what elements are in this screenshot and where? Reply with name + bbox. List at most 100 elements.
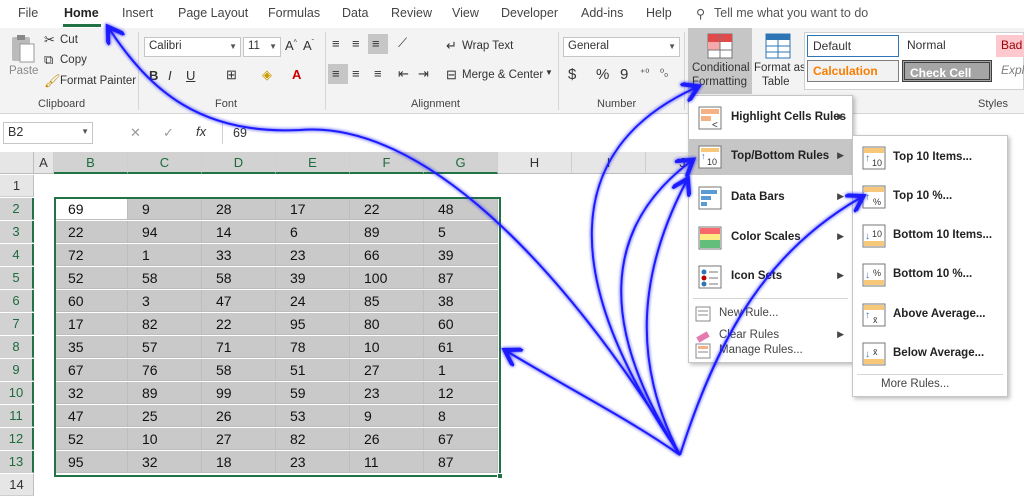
row-header[interactable]: 7 — [0, 313, 34, 335]
insert-function-button[interactable]: fx — [196, 124, 206, 139]
cell[interactable]: 100 — [350, 267, 424, 289]
row-header[interactable]: 3 — [0, 221, 34, 243]
cell[interactable]: 17 — [276, 198, 350, 220]
align-right-icon[interactable]: ≡ — [374, 66, 382, 81]
indent-increase-icon[interactable]: ⇥ — [418, 66, 429, 82]
cell[interactable]: 1 — [424, 359, 498, 381]
menu-item-color-scales[interactable]: Color Scales ▶ — [689, 220, 852, 256]
cell[interactable]: 17 — [54, 313, 128, 335]
tab-help[interactable]: Help — [646, 6, 672, 20]
row-header[interactable]: 8 — [0, 336, 34, 358]
cell[interactable]: 87 — [424, 451, 498, 473]
decrease-font-icon[interactable]: Aˇ — [303, 38, 314, 53]
orientation-icon[interactable]: ⟋ — [398, 35, 407, 51]
cell[interactable]: 58 — [202, 359, 276, 381]
style-bad[interactable]: Bad — [996, 35, 1024, 57]
cell[interactable]: 8 — [424, 405, 498, 427]
cell[interactable]: 22 — [350, 198, 424, 220]
increase-decimal-icon[interactable]: ⁺⁰ — [640, 68, 649, 79]
cell[interactable]: 47 — [54, 405, 128, 427]
cell[interactable]: 5 — [424, 221, 498, 243]
decrease-decimal-icon[interactable]: ⁰₀ — [660, 68, 668, 79]
row-header[interactable]: 1 — [0, 175, 34, 197]
style-explanatory[interactable]: Expl — [996, 60, 1024, 82]
cell[interactable]: 23 — [276, 244, 350, 266]
tab-page-layout[interactable]: Page Layout — [178, 6, 248, 20]
cut-button[interactable]: Cut — [60, 34, 78, 46]
cell[interactable]: 60 — [54, 290, 128, 312]
cell[interactable]: 89 — [350, 221, 424, 243]
column-header[interactable]: H — [498, 152, 572, 174]
menu-item-data-bars[interactable]: Data Bars ▶ — [689, 180, 852, 216]
paste-icon[interactable] — [8, 34, 36, 64]
cell[interactable]: 22 — [202, 313, 276, 335]
conditional-formatting-button[interactable]: Conditional Formatting — [688, 28, 752, 94]
cell[interactable]: 10 — [128, 428, 202, 450]
cell[interactable]: 18 — [202, 451, 276, 473]
cell[interactable]: 3 — [128, 290, 202, 312]
row-header[interactable]: 4 — [0, 244, 34, 266]
row-header[interactable]: 5 — [0, 267, 34, 289]
row-header[interactable]: 14 — [0, 474, 34, 496]
cell[interactable]: 39 — [276, 267, 350, 289]
menu-item-more-rules[interactable]: More Rules... — [881, 378, 949, 390]
cell[interactable]: 66 — [350, 244, 424, 266]
name-box[interactable]: B2 ▼ — [3, 122, 93, 144]
tab-view[interactable]: View — [452, 6, 479, 20]
cell[interactable]: 53 — [276, 405, 350, 427]
percent-button[interactable]: % — [596, 66, 609, 83]
chevron-down-icon[interactable]: ▼ — [545, 68, 553, 77]
enter-icon[interactable]: ✓ — [163, 125, 174, 141]
copy-button[interactable]: Copy — [60, 54, 87, 66]
menu-item-manage-rules[interactable]: Manage Rules... — [689, 340, 852, 362]
cell[interactable]: 25 — [128, 405, 202, 427]
format-as-table-button[interactable]: Format as Table — [754, 28, 806, 94]
cell[interactable]: 12 — [424, 382, 498, 404]
cell[interactable]: 76 — [128, 359, 202, 381]
column-header[interactable]: F — [350, 152, 424, 174]
tab-insert[interactable]: Insert — [122, 6, 153, 20]
cell[interactable]: 58 — [128, 267, 202, 289]
cell[interactable]: 61 — [424, 336, 498, 358]
menu-item-bottom-10-items[interactable]: 10 ↓ Bottom 10 Items... — [853, 218, 1007, 254]
cell[interactable]: 27 — [350, 359, 424, 381]
column-header[interactable]: E — [276, 152, 350, 174]
align-bottom-icon[interactable]: ≡ — [368, 34, 388, 54]
indent-decrease-icon[interactable]: ⇤ — [398, 66, 409, 82]
cell[interactable]: 67 — [424, 428, 498, 450]
paste-button[interactable]: Paste — [9, 65, 38, 77]
cell[interactable]: 58 — [202, 267, 276, 289]
formula-input[interactable]: 69 — [222, 122, 692, 144]
menu-item-highlight-cells-rules[interactable]: < Highlight Cells Rules ▶ — [689, 100, 852, 136]
cell[interactable]: 82 — [128, 313, 202, 335]
align-top-icon[interactable]: ≡ — [332, 36, 340, 51]
row-header[interactable]: 13 — [0, 451, 34, 473]
align-middle-icon[interactable]: ≡ — [352, 36, 360, 51]
menu-item-bottom-10-percent[interactable]: % ↓ Bottom 10 %... — [853, 257, 1007, 293]
cell[interactable]: 89 — [128, 382, 202, 404]
tab-file[interactable]: File — [18, 6, 38, 20]
menu-item-top-10-items[interactable]: 10 ↑ Top 10 Items... — [853, 140, 1007, 176]
menu-item-icon-sets[interactable]: Icon Sets ▶ — [689, 259, 852, 295]
cancel-icon[interactable]: ✕ — [130, 125, 141, 141]
fill-color-icon[interactable]: ◈ — [262, 67, 272, 83]
cell[interactable]: 26 — [350, 428, 424, 450]
align-left-icon[interactable]: ≡ — [328, 64, 348, 84]
cell[interactable]: 22 — [54, 221, 128, 243]
column-header[interactable]: D — [202, 152, 276, 174]
cell[interactable]: 33 — [202, 244, 276, 266]
tab-developer[interactable]: Developer — [501, 6, 558, 20]
cell[interactable]: 27 — [202, 428, 276, 450]
row-header[interactable]: 2 — [0, 198, 34, 220]
cell[interactable]: 69 — [54, 198, 128, 220]
cell[interactable]: 95 — [54, 451, 128, 473]
currency-button[interactable]: $ — [568, 66, 576, 83]
merge-center-button[interactable]: Merge & Center — [462, 69, 543, 81]
cell[interactable]: 32 — [54, 382, 128, 404]
underline-button[interactable]: U — [186, 68, 195, 83]
tab-add-ins[interactable]: Add-ins — [581, 6, 623, 20]
cell[interactable]: 32 — [128, 451, 202, 473]
cell[interactable]: 67 — [54, 359, 128, 381]
tell-me-box[interactable]: Tell me what you want to do — [714, 6, 868, 20]
cell[interactable]: 11 — [350, 451, 424, 473]
